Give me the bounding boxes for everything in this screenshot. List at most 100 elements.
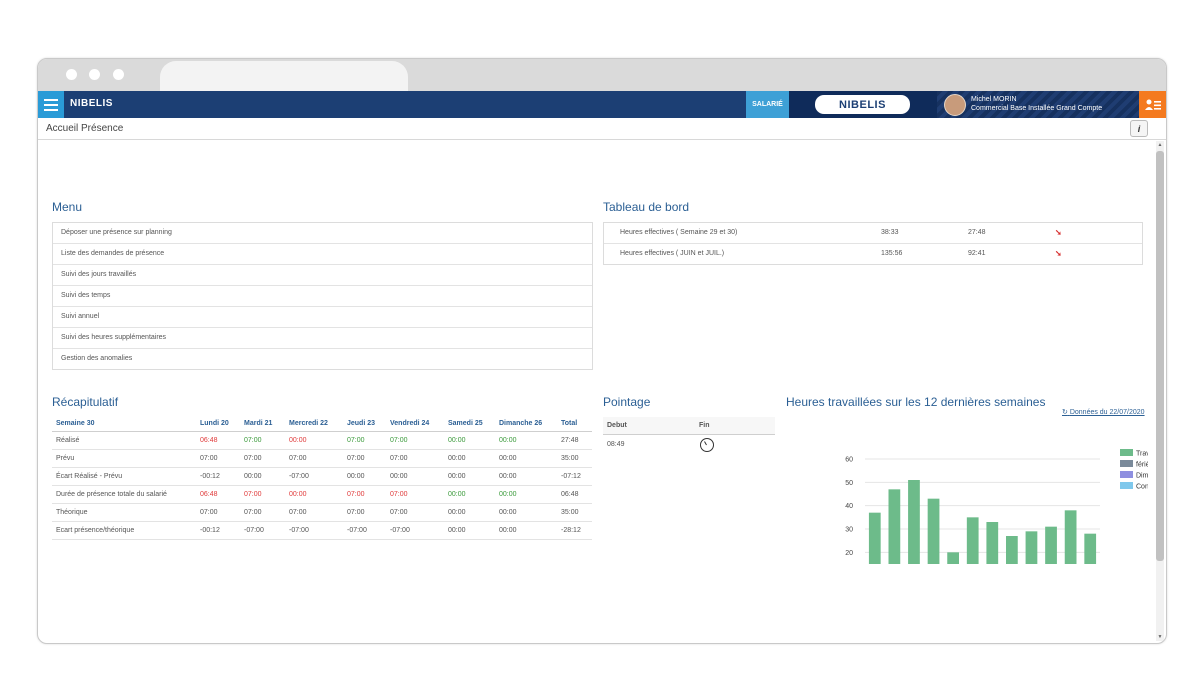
avatar[interactable] xyxy=(944,94,966,116)
recap-cell: 07:00 xyxy=(240,485,285,504)
recap-cell: 35:00 xyxy=(557,449,592,468)
down-arrow-icon: ➘ xyxy=(1055,228,1062,237)
recap-cell: 35:00 xyxy=(557,503,592,522)
recap-header-cell: Mardi 21 xyxy=(240,415,285,432)
dashboard-row: Heures effectives ( JUIN et JUIL.) 135:5… xyxy=(604,244,1142,264)
table-row: Théorique 07:00 07:00 07:00 07:00 07:00 00:00 0… xyxy=(52,503,592,522)
recap-row-label: Ecart présence/théorique xyxy=(52,521,196,540)
legend-swatch xyxy=(1120,460,1133,467)
hamburger-menu-icon[interactable] xyxy=(38,91,64,118)
breadcrumb[interactable]: Accueil Présence xyxy=(46,123,123,134)
recap-cell: 00:00 xyxy=(495,485,557,504)
clock-icon[interactable] xyxy=(700,438,714,452)
bar[interactable] xyxy=(947,552,959,564)
recap-cell: 07:00 xyxy=(285,503,343,522)
recap-cell: 07:00 xyxy=(285,449,343,468)
recap-cell: 00:00 xyxy=(495,431,557,450)
hours-chart-title: Heures travaillées sur les 12 dernières … xyxy=(786,395,1046,409)
browser-chrome xyxy=(38,59,1166,91)
recap-cell: 07:00 xyxy=(343,449,386,468)
table-row: Prévu 07:00 07:00 07:00 07:00 07:00 00:00 00:00… xyxy=(52,449,592,468)
table-row: Ecart présence/théorique -00:12 -07:00 -07:… xyxy=(52,521,592,540)
recap-cell: 00:00 xyxy=(495,449,557,468)
bar[interactable] xyxy=(908,480,920,564)
breadcrumb-bar: Accueil Présence i xyxy=(38,118,1166,140)
recap-cell: -07:00 xyxy=(240,521,285,540)
legend-label: fériés xyxy=(1136,462,1148,469)
recap-cell: 00:00 xyxy=(444,521,495,540)
recap-cell: -07:00 xyxy=(386,521,444,540)
recap-cell: -00:12 xyxy=(196,521,240,540)
scroll-up-icon[interactable]: ▲ xyxy=(1156,141,1164,149)
page-scrollbar[interactable]: ▲ ▼ xyxy=(1156,141,1164,641)
dashboard-label: Heures effectives ( Semaine 29 et 30) xyxy=(620,229,738,236)
refresh-link[interactable]: ↻ Données du 22/07/2020 xyxy=(1062,408,1145,416)
pointage-col-debut: Debut xyxy=(607,422,627,429)
recap-cell: 00:00 xyxy=(285,485,343,504)
recap-header-cell: Lundi 20 xyxy=(196,415,240,432)
brand-logo[interactable]: NIBELIS xyxy=(70,98,113,109)
recap-cell: 00:00 xyxy=(495,467,557,486)
recap-cell: -07:00 xyxy=(285,521,343,540)
bar[interactable] xyxy=(1084,533,1097,564)
menu-list: Déposer une présence sur planning Liste … xyxy=(52,222,593,370)
window-dot-icon xyxy=(89,69,100,80)
bar[interactable] xyxy=(868,512,881,564)
table-row: Durée de présence totale du salarié 06:48… xyxy=(52,485,592,504)
contact-card-icon[interactable] xyxy=(1139,91,1166,118)
recap-table: Semaine 30 Lundi 20 Mardi 21 Mercredi 22… xyxy=(52,415,592,540)
menu-item-heures-sup[interactable]: Suivi des heures supplémentaires xyxy=(53,328,592,349)
recap-row-label: Réalisé xyxy=(52,431,196,450)
role-badge[interactable]: SALARIÉ xyxy=(746,91,789,118)
window-dot-icon xyxy=(66,69,77,80)
recap-header-cell: Jeudi 23 xyxy=(343,415,386,432)
legend-swatch xyxy=(1120,482,1133,489)
bar[interactable] xyxy=(1064,510,1077,564)
pointage-row: 08:49 xyxy=(603,435,775,455)
user-role: Commercial Base Installée Grand Compte xyxy=(971,105,1103,112)
bar[interactable] xyxy=(1006,536,1018,564)
table-row: Écart Réalisé - Prévu -00:12 00:00 -07:00 00… xyxy=(52,467,592,486)
bar[interactable] xyxy=(986,522,999,564)
y-tick-label: 30 xyxy=(845,527,853,534)
pointage-header: Debut Fin xyxy=(603,417,775,435)
pointage-col-fin: Fin xyxy=(699,422,710,429)
recap-cell: 27:48 xyxy=(557,431,592,450)
menu-item-demandes[interactable]: Liste des demandes de présence xyxy=(53,244,592,265)
menu-item-temps[interactable]: Suivi des temps xyxy=(53,286,592,307)
recap-cell: 07:00 xyxy=(196,449,240,468)
legend-label: Dimanche xyxy=(1136,473,1148,480)
user-info[interactable]: Michel MORIN Commercial Base Installée G… xyxy=(971,95,1102,113)
recap-title: Récapitulatif xyxy=(52,395,119,409)
recap-header-cell: Mercredi 22 xyxy=(285,415,343,432)
bar[interactable] xyxy=(888,489,901,564)
refresh-icon: ↻ xyxy=(1062,409,1068,416)
recap-cell: 07:00 xyxy=(240,449,285,468)
recap-cell: 00:00 xyxy=(444,503,495,522)
scrollbar-thumb[interactable] xyxy=(1156,151,1164,561)
recap-cell: -07:12 xyxy=(557,467,592,486)
recap-cell: 07:00 xyxy=(240,503,285,522)
bar[interactable] xyxy=(927,498,940,564)
browser-window: NIBELIS SALARIÉ NIBELIS Michel MORIN Com… xyxy=(37,58,1167,644)
recap-cell: -00:12 xyxy=(196,467,240,486)
scroll-down-icon[interactable]: ▼ xyxy=(1156,633,1164,641)
menu-item-deposer[interactable]: Déposer une présence sur planning xyxy=(53,223,592,244)
menu-item-anomalies[interactable]: Gestion des anomalies xyxy=(53,349,592,369)
center-logo: NIBELIS xyxy=(815,95,910,114)
browser-tab[interactable] xyxy=(160,61,408,91)
bar[interactable] xyxy=(1025,531,1038,564)
dashboard-table: Heures effectives ( Semaine 29 et 30) 38… xyxy=(603,222,1143,265)
menu-title: Menu xyxy=(52,200,83,214)
bar[interactable] xyxy=(1045,526,1057,564)
recap-cell: 00:00 xyxy=(444,431,495,450)
bar[interactable] xyxy=(966,517,979,564)
recap-cell: 00:00 xyxy=(285,431,343,450)
recap-cell: -07:00 xyxy=(343,521,386,540)
menu-item-jours[interactable]: Suivi des jours travaillés xyxy=(53,265,592,286)
menu-item-annuel[interactable]: Suivi annuel xyxy=(53,307,592,328)
info-button[interactable]: i xyxy=(1130,120,1148,137)
recap-header-cell: Samedi 25 xyxy=(444,415,495,432)
recap-cell: -28:12 xyxy=(557,521,592,540)
down-arrow-icon: ➘ xyxy=(1055,249,1062,258)
